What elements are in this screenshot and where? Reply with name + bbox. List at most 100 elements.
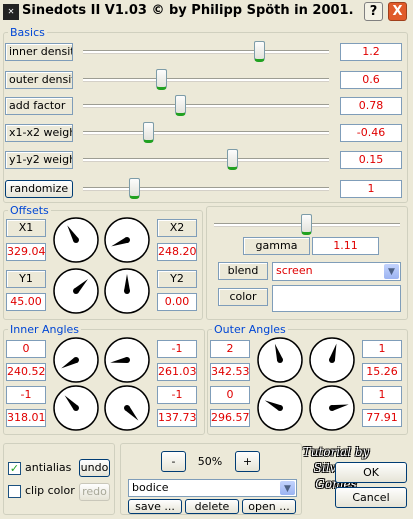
- dots-icon: ✕: [3, 4, 19, 20]
- offset-y2-dial[interactable]: [103, 267, 151, 315]
- basics-row-value[interactable]: 0.78: [340, 97, 402, 115]
- window-title: Sinedots II V1.03 © by Philipp Spöth in …: [22, 3, 354, 18]
- inner-left-bottom-multiplier[interactable]: -1: [6, 386, 46, 404]
- title-bar: ✕ Sinedots II V1.03 © by Philipp Spöth i…: [0, 0, 413, 24]
- inner-left-bottom-angle[interactable]: 318.01: [6, 409, 46, 427]
- inner-right-bottom-angle[interactable]: 137.73: [157, 409, 197, 427]
- offset-x1-dial[interactable]: [52, 216, 100, 264]
- close-button[interactable]: X: [388, 2, 407, 21]
- basics-row-value[interactable]: 0.6: [340, 71, 402, 89]
- inner-angle-dial-bottom-right[interactable]: [103, 384, 151, 432]
- outer-angle-dial-top-right[interactable]: [308, 336, 356, 384]
- basics-slider-track[interactable]: [83, 78, 329, 81]
- cancel-button[interactable]: Cancel: [335, 487, 407, 508]
- preset-value: bodice: [132, 481, 169, 494]
- blend-value: screen: [276, 264, 313, 277]
- y1-label: Y1: [6, 270, 46, 288]
- inner-right-top-angle[interactable]: 261.03: [157, 363, 197, 381]
- antialias-label: antialias: [25, 461, 72, 474]
- basics-slider-thumb[interactable]: [227, 149, 238, 170]
- basics-slider-thumb[interactable]: [156, 69, 167, 90]
- dial-hub: [277, 357, 283, 363]
- basics-slider-thumb[interactable]: [254, 41, 265, 62]
- dial-hub: [73, 405, 79, 411]
- x2-value[interactable]: 248.20: [157, 243, 197, 261]
- basics-row-label: x1-x2 weight: [5, 124, 73, 142]
- dial-hub: [73, 237, 79, 243]
- clip-color-checkbox[interactable]: [8, 485, 21, 498]
- basics-row-value[interactable]: -0.46: [340, 124, 402, 142]
- color-swatch[interactable]: [272, 285, 401, 312]
- ok-button[interactable]: OK: [335, 462, 407, 483]
- basics-row-label: add factor: [5, 97, 73, 115]
- chevron-down-icon[interactable]: ▼: [384, 264, 399, 279]
- zoom-out-button[interactable]: -: [161, 451, 186, 472]
- outer-angles-legend: Outer Angles: [214, 323, 286, 336]
- basics-slider-track[interactable]: [83, 158, 329, 161]
- inner-angle-dial-top-right[interactable]: [103, 336, 151, 384]
- randomize-slider-thumb[interactable]: [129, 178, 140, 199]
- inner-left-top-multiplier[interactable]: 0: [6, 340, 46, 358]
- y2-value[interactable]: 0.00: [157, 293, 197, 311]
- zoom-in-button[interactable]: +: [235, 451, 260, 472]
- inner-angle-dial-bottom-left[interactable]: [52, 384, 100, 432]
- dial-hub: [124, 288, 130, 294]
- randomize-value[interactable]: 1: [340, 180, 402, 198]
- x2-label: X2: [157, 219, 197, 237]
- preset-select[interactable]: bodice ▼: [128, 479, 297, 497]
- offset-x2-dial[interactable]: [103, 216, 151, 264]
- basics-row-value[interactable]: 1.2: [340, 43, 402, 61]
- open-button[interactable]: open ...: [242, 499, 296, 514]
- inner-left-top-angle[interactable]: 240.52: [6, 363, 46, 381]
- dial-hub: [277, 405, 283, 411]
- undo-button[interactable]: undo: [79, 459, 110, 477]
- y2-label: Y2: [157, 270, 197, 288]
- outer-left-bottom-multiplier[interactable]: 0: [210, 386, 250, 404]
- randomize-button[interactable]: randomize: [5, 180, 73, 198]
- outer-right-top-multiplier[interactable]: 1: [362, 340, 402, 358]
- outer-left-top-angle[interactable]: 342.53: [210, 363, 250, 381]
- offset-y1-dial[interactable]: [52, 267, 100, 315]
- outer-angle-dial-top-left[interactable]: [256, 336, 304, 384]
- antialias-checkbox[interactable]: ✓: [8, 462, 21, 475]
- outer-left-bottom-angle[interactable]: 296.57: [210, 409, 250, 427]
- options-group: [3, 443, 115, 515]
- basics-slider-thumb[interactable]: [175, 95, 186, 116]
- basics-slider-track[interactable]: [83, 131, 329, 134]
- delete-button[interactable]: delete: [185, 499, 239, 514]
- blend-select[interactable]: screen ▼: [272, 262, 401, 281]
- basics-row-label: outer density: [5, 71, 73, 89]
- outer-right-bottom-angle[interactable]: 77.91: [362, 409, 402, 427]
- zoom-level: 50%: [197, 455, 223, 468]
- basics-slider-track[interactable]: [83, 50, 329, 53]
- dial-hub: [124, 405, 130, 411]
- outer-left-top-multiplier[interactable]: 2: [210, 340, 250, 358]
- gamma-value[interactable]: 1.11: [312, 237, 379, 255]
- clip-color-label: clip color: [25, 484, 75, 497]
- randomize-slider-track[interactable]: [83, 187, 329, 190]
- inner-right-bottom-multiplier[interactable]: -1: [157, 386, 197, 404]
- basics-legend: Basics: [10, 26, 45, 39]
- basics-slider-track[interactable]: [83, 104, 329, 107]
- outer-right-top-angle[interactable]: 15.26: [362, 363, 402, 381]
- tutorial-line-1: Tutorial by: [302, 445, 370, 459]
- inner-angle-dial-top-left[interactable]: [52, 336, 100, 384]
- chevron-down-icon[interactable]: ▼: [280, 481, 295, 495]
- redo-button[interactable]: redo: [79, 483, 110, 501]
- outer-angle-dial-bottom-right[interactable]: [308, 384, 356, 432]
- inner-right-top-multiplier[interactable]: -1: [157, 340, 197, 358]
- basics-row-value[interactable]: 0.15: [340, 151, 402, 169]
- gamma-slider-thumb[interactable]: [301, 214, 312, 235]
- basics-slider-thumb[interactable]: [143, 122, 154, 143]
- save-button[interactable]: save ...: [128, 499, 182, 514]
- x1-value[interactable]: 329.04: [6, 243, 46, 261]
- y1-value[interactable]: 45.00: [6, 293, 46, 311]
- dial-hub: [73, 357, 79, 363]
- offsets-legend: Offsets: [10, 204, 49, 217]
- outer-right-bottom-multiplier[interactable]: 1: [362, 386, 402, 404]
- x1-label: X1: [6, 219, 46, 237]
- dial-hub: [73, 288, 79, 294]
- outer-angle-dial-bottom-left[interactable]: [256, 384, 304, 432]
- blend-label: blend: [218, 262, 268, 280]
- help-button[interactable]: ?: [364, 2, 383, 21]
